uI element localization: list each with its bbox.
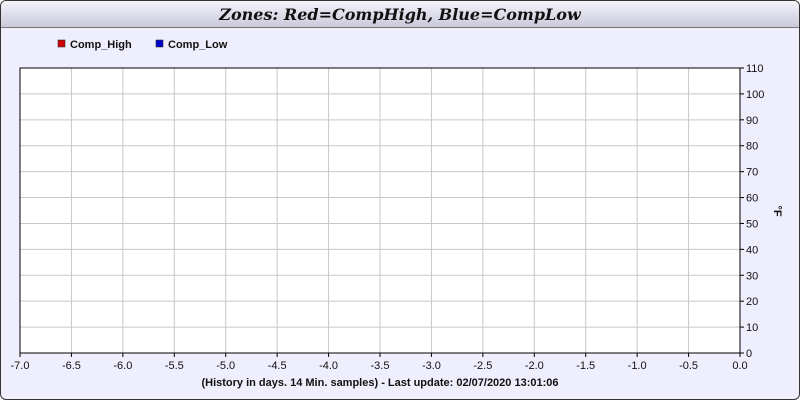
y-tick-label: 100 xyxy=(746,89,764,101)
x-tick-label: -5.5 xyxy=(165,360,184,372)
x-tick-label: -5.0 xyxy=(216,360,235,372)
y-tick-label: 110 xyxy=(746,63,764,75)
x-tick-label: -3.5 xyxy=(371,360,390,372)
y-tick-label: 20 xyxy=(746,296,758,308)
x-tick-label: -2.5 xyxy=(473,360,492,372)
y-tick-label: 70 xyxy=(746,167,758,179)
y-tick-label: 90 xyxy=(746,115,758,127)
y-axis-label: °F xyxy=(771,205,783,216)
x-tick-label: -1.5 xyxy=(576,360,595,372)
x-tick-label: -6.5 xyxy=(62,360,81,372)
legend-swatch xyxy=(155,39,164,48)
y-axis: 0 10 20 30 40 50 60 70 80 90 100 110 xyxy=(740,63,764,360)
x-tick-label: -0.5 xyxy=(679,360,698,372)
x-tick-label: -4.0 xyxy=(319,360,338,372)
x-tick-label: -4.5 xyxy=(268,360,287,372)
x-tick-label: -7.0 xyxy=(11,360,30,372)
legend-label: Comp_Low xyxy=(168,39,228,51)
y-tick-label: 40 xyxy=(746,244,758,256)
legend-swatch xyxy=(57,39,66,48)
legend: Comp_High Comp_Low xyxy=(57,39,228,51)
x-axis: -7.0 -6.5 -6.0 -5.5 -5.0 -4.5 -4.0 -3.5 -3.0 -2.5… xyxy=(11,353,748,372)
x-tick-label: -2.0 xyxy=(525,360,544,372)
y-tick-label: 50 xyxy=(746,218,758,230)
x-axis-label: (History in days. 14 Min. samples) - Las… xyxy=(201,377,558,389)
x-tick-label: -6.0 xyxy=(113,360,132,372)
x-tick-label: -3.0 xyxy=(422,360,441,372)
y-tick-label: 30 xyxy=(746,270,758,282)
y-tick-label: 80 xyxy=(746,141,758,153)
y-tick-label: 0 xyxy=(746,348,752,360)
x-tick-label: -1.0 xyxy=(628,360,647,372)
y-tick-label: 10 xyxy=(746,322,758,334)
legend-label: Comp_High xyxy=(70,39,132,51)
chart-svg: Comp_High Comp_Low -7.0 -6.5 -6.0 -5.5 -5.0 -4… xyxy=(11,39,783,389)
y-tick-label: 60 xyxy=(746,193,758,205)
x-tick-label: 0.0 xyxy=(732,360,747,372)
